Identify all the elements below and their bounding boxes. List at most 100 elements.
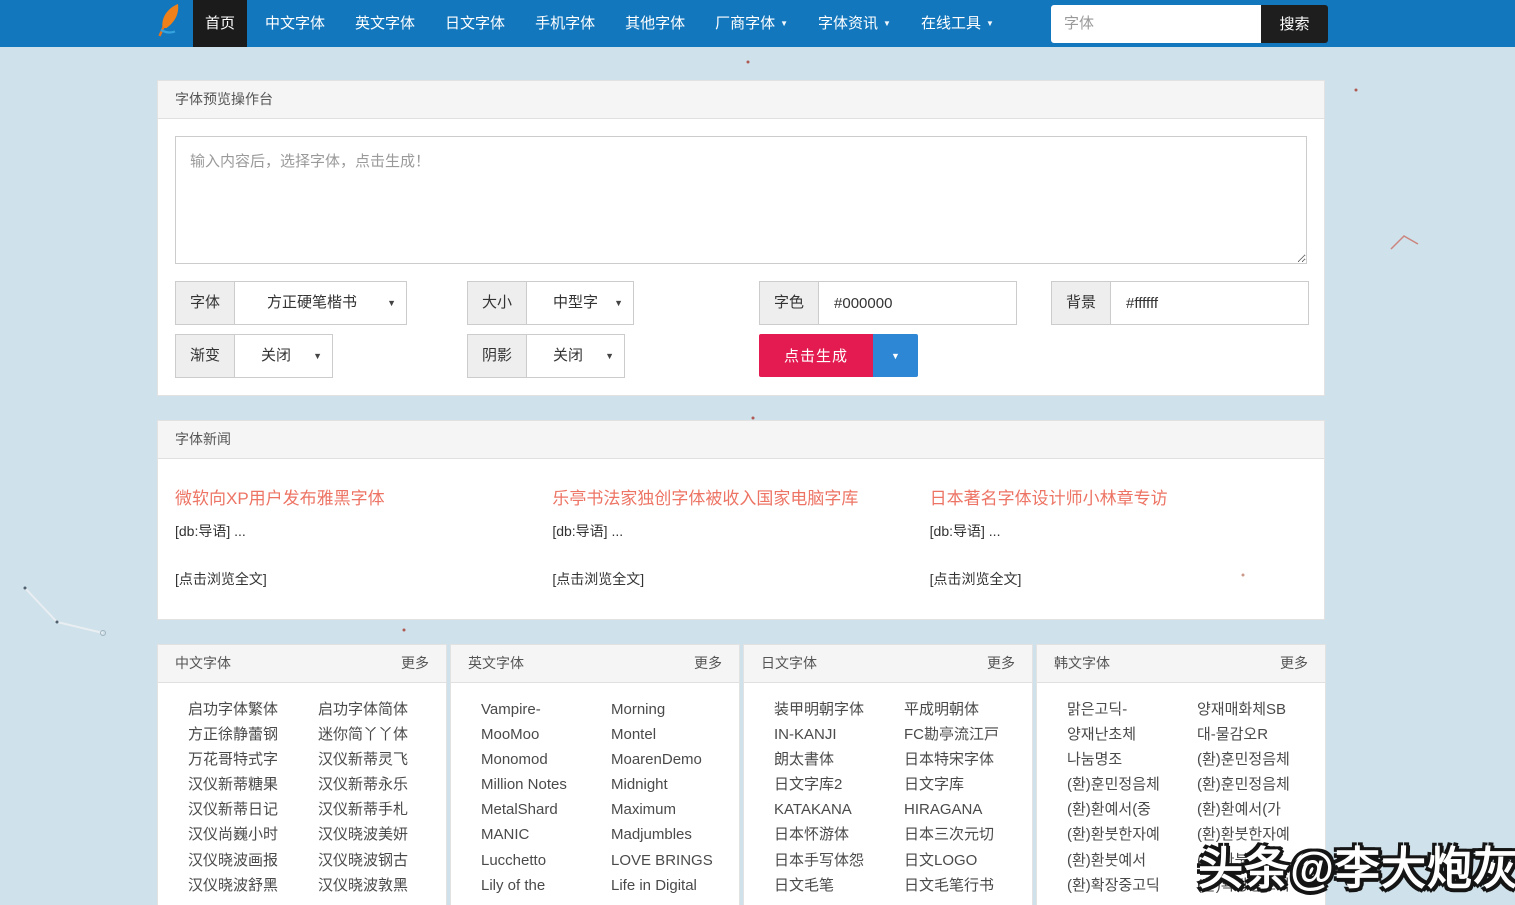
font-link[interactable]: 汉仪新蒂灵飞: [318, 747, 448, 772]
font-link[interactable]: MANIC: [481, 822, 611, 847]
font-link[interactable]: (환)환붓한자예: [1067, 822, 1197, 847]
font-link[interactable]: 启功字体简体: [318, 697, 448, 722]
font-link[interactable]: Madjumbles: [611, 822, 741, 847]
news-title-link[interactable]: 乐亭书法家独创字体被收入国家电脑字库: [552, 484, 905, 509]
font-link[interactable]: Midnight: [611, 772, 741, 797]
news-read-more-link[interactable]: [点击浏览全文]: [175, 569, 267, 589]
font-link[interactable]: 启功字体繁体: [188, 697, 318, 722]
quill-icon: [154, 3, 186, 44]
font-link[interactable]: 汉仪晓波美妍: [318, 822, 448, 847]
font-link[interactable]: 日文毛笔: [774, 873, 904, 898]
font-link[interactable]: 汉仪尚巍小时: [188, 822, 318, 847]
preview-text-input[interactable]: [175, 136, 1307, 264]
font-link[interactable]: 나눔명조: [1067, 747, 1197, 772]
font-link[interactable]: 汉仪晓波画报: [188, 848, 318, 873]
section-title: 韩文字体: [1054, 645, 1110, 682]
font-link[interactable]: FC勘亭流江戸: [904, 722, 1034, 747]
font-link[interactable]: (환)환붓고딕: [1197, 848, 1327, 873]
font-link[interactable]: HIRAGANA: [904, 797, 1034, 822]
gradient-select[interactable]: 关闭 ▼: [235, 335, 332, 377]
font-link[interactable]: 日文毛笔行书: [904, 873, 1034, 898]
font-link[interactable]: Maximum: [611, 797, 741, 822]
more-link[interactable]: 更多: [987, 645, 1015, 682]
shadow-select[interactable]: 关闭 ▼: [527, 335, 624, 377]
font-link[interactable]: 汉仪新蒂手札: [318, 797, 448, 822]
generate-button[interactable]: 点击生成: [759, 334, 873, 377]
search-button[interactable]: 搜索: [1261, 5, 1328, 43]
preview-panel-title: 字体预览操作台: [175, 81, 273, 118]
font-link[interactable]: 汉仪晓波敦黑: [318, 873, 448, 898]
nav-item-english-fonts[interactable]: 英文字体: [343, 0, 427, 47]
font-link[interactable]: 日本怀游体: [774, 822, 904, 847]
font-link[interactable]: Monomod: [481, 747, 611, 772]
font-link[interactable]: Morning: [611, 697, 741, 722]
nav-item-chinese-fonts[interactable]: 中文字体: [253, 0, 337, 47]
site-logo[interactable]: [150, 0, 190, 47]
text-color-input[interactable]: [819, 282, 1016, 324]
font-link[interactable]: (환)훈민정음체: [1197, 747, 1327, 772]
font-link[interactable]: IN-KANJI: [774, 722, 904, 747]
more-link[interactable]: 更多: [401, 645, 429, 682]
generate-dropdown-button[interactable]: ▼: [873, 334, 918, 377]
font-link[interactable]: MooMoo: [481, 722, 611, 747]
font-link[interactable]: Vampire-: [481, 697, 611, 722]
more-link[interactable]: 更多: [694, 645, 722, 682]
font-link[interactable]: 平成明朝体: [904, 697, 1034, 722]
font-link[interactable]: 朗太書体: [774, 747, 904, 772]
nav-item-home[interactable]: 首页: [193, 0, 247, 47]
font-link[interactable]: Million Notes: [481, 772, 611, 797]
section-title: 英文字体: [468, 645, 524, 682]
font-link[interactable]: 양재난초체: [1067, 722, 1197, 747]
font-link[interactable]: 汉仪新蒂日记: [188, 797, 318, 822]
font-link[interactable]: 迷你简丫丫体: [318, 722, 448, 747]
news-read-more-link[interactable]: [点击浏览全文]: [930, 569, 1022, 589]
font-link[interactable]: 方正徐静蕾钢: [188, 722, 318, 747]
font-link[interactable]: (환)환붓한자예: [1197, 822, 1327, 847]
font-link[interactable]: Lucchetto: [481, 848, 611, 873]
font-link[interactable]: Montel: [611, 722, 741, 747]
font-link[interactable]: 맑은고딕-: [1067, 697, 1197, 722]
font-link[interactable]: 대-물감오R: [1197, 722, 1327, 747]
font-select[interactable]: 方正硬笔楷书 ▼: [235, 282, 406, 324]
font-link[interactable]: 양재매화체SB: [1197, 697, 1327, 722]
font-link[interactable]: 汉仪晓波钢古: [318, 848, 448, 873]
font-link[interactable]: MetalShard: [481, 797, 611, 822]
font-link[interactable]: Life in Digital: [611, 873, 741, 898]
font-link[interactable]: 日文字库2: [774, 772, 904, 797]
font-link[interactable]: 汉仪晓波舒黑: [188, 873, 318, 898]
size-select[interactable]: 中型字 ▼: [527, 282, 633, 324]
news-title-link[interactable]: 日本著名字体设计师小林章专访: [930, 484, 1283, 509]
more-link[interactable]: 更多: [1280, 645, 1308, 682]
nav-item-mobile-fonts[interactable]: 手机字体: [523, 0, 607, 47]
font-link[interactable]: (환)훈민정음체: [1197, 772, 1327, 797]
font-link[interactable]: 日文字库: [904, 772, 1034, 797]
nav-item-font-news[interactable]: 字体资讯▼: [806, 0, 903, 47]
nav-item-vendor-fonts[interactable]: 厂商字体▼: [703, 0, 800, 47]
nav-item-online-tools[interactable]: 在线工具▼: [909, 0, 1006, 47]
background-color-input[interactable]: [1111, 282, 1308, 324]
font-link[interactable]: (환)환예서(중: [1067, 797, 1197, 822]
font-link[interactable]: (환)환예서(가: [1197, 797, 1327, 822]
font-link[interactable]: Lily of the: [481, 873, 611, 898]
search-input[interactable]: [1051, 5, 1261, 43]
font-link[interactable]: (환)확장중고딕: [1067, 873, 1197, 898]
gradient-select-label: 渐变: [176, 335, 235, 377]
news-title-link[interactable]: 微软向XP用户发布雅黑字体: [175, 484, 528, 509]
font-link[interactable]: (환)환붓예서: [1067, 848, 1197, 873]
font-link[interactable]: KATAKANA: [774, 797, 904, 822]
font-link[interactable]: MoarenDemo: [611, 747, 741, 772]
nav-item-other-fonts[interactable]: 其他字体: [613, 0, 697, 47]
font-link[interactable]: 日文LOGO: [904, 848, 1034, 873]
font-link[interactable]: 装甲明朝字体: [774, 697, 904, 722]
news-read-more-link[interactable]: [点击浏览全文]: [552, 569, 644, 589]
font-link[interactable]: 日本三次元切: [904, 822, 1034, 847]
font-link[interactable]: 汉仪新蒂糖果: [188, 772, 318, 797]
font-link[interactable]: 日本特宋字体: [904, 747, 1034, 772]
font-link[interactable]: (환)확장중고딕: [1197, 873, 1327, 898]
font-link[interactable]: 万花哥特式字: [188, 747, 318, 772]
font-link[interactable]: 日本手写体怨: [774, 848, 904, 873]
nav-item-japanese-fonts[interactable]: 日文字体: [433, 0, 517, 47]
font-link[interactable]: 汉仪新蒂永乐: [318, 772, 448, 797]
font-link[interactable]: LOVE BRINGS: [611, 848, 741, 873]
font-link[interactable]: (환)훈민정음체: [1067, 772, 1197, 797]
